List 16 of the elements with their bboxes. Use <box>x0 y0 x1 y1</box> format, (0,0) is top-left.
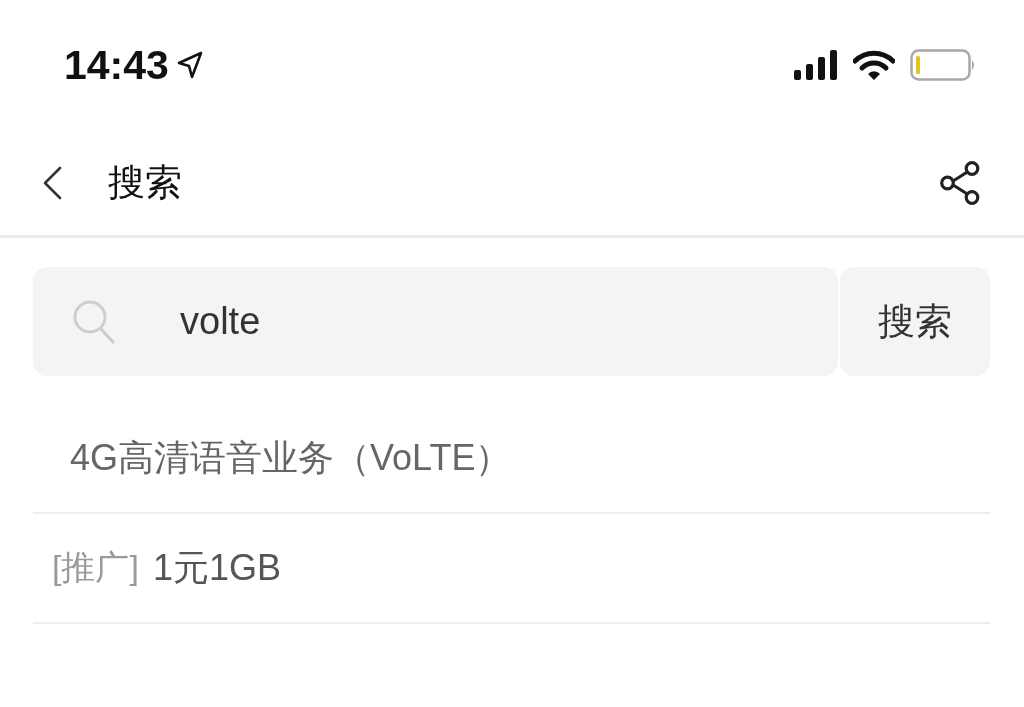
search-button[interactable]: 搜索 <box>840 267 990 376</box>
search-icon <box>72 298 116 345</box>
page-title: 搜索 <box>108 160 182 205</box>
back-chevron-icon <box>42 165 62 200</box>
share-icon <box>940 160 982 205</box>
suggestion-link[interactable]: 4G高清语音业务（VoLTE） <box>70 433 512 483</box>
location-arrow-icon <box>176 51 203 79</box>
signal-icon <box>794 50 838 80</box>
promo-tag: [推广] <box>52 545 139 591</box>
wifi-icon <box>853 49 895 81</box>
back-button[interactable] <box>42 165 62 200</box>
search-field[interactable]: volte <box>33 267 838 376</box>
battery-icon <box>910 49 976 81</box>
share-button[interactable] <box>940 160 982 205</box>
suggestion-link[interactable]: 1元1GB <box>152 543 281 593</box>
status-time: 14:43 <box>64 41 169 89</box>
